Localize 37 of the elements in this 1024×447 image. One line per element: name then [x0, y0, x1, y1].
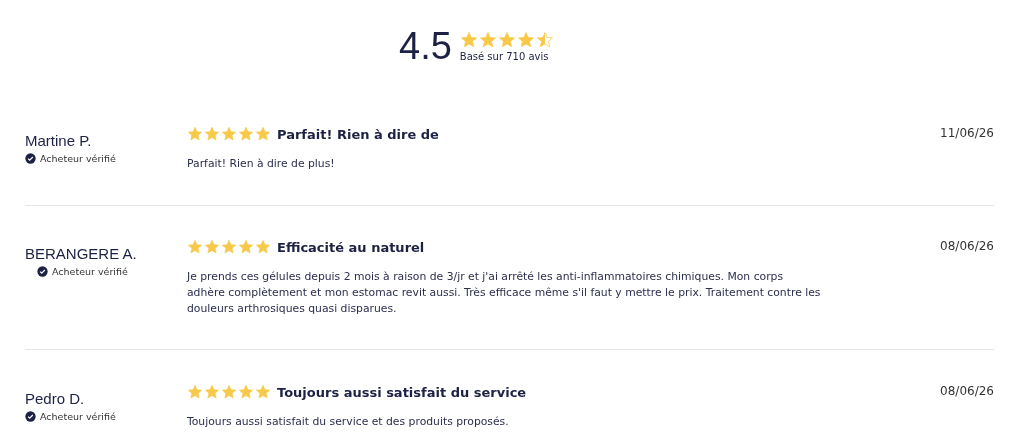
verified-label: Acheteur vérifié	[40, 153, 116, 164]
star-icon	[204, 126, 220, 142]
star-icon	[255, 126, 271, 142]
star-icon	[238, 239, 254, 255]
star-icon	[478, 30, 497, 49]
review-title: Parfait! Rien à dire de	[277, 126, 439, 142]
star-icon	[187, 126, 203, 142]
author-name: BERANGERE A.	[25, 245, 137, 262]
review-date: 08/06/26	[940, 239, 994, 255]
verified-label: Acheteur vérifié	[52, 266, 128, 277]
star-icon	[516, 30, 535, 49]
author-name: Martine P.	[25, 132, 92, 149]
star-icon	[238, 384, 254, 400]
star-icon	[459, 30, 478, 49]
author-name: Pedro D.	[25, 390, 85, 407]
star-icon	[187, 384, 203, 400]
star-icon	[255, 239, 271, 255]
review-title: Toujours aussi satisfait du service	[277, 384, 527, 400]
review-date: 08/06/26	[940, 384, 994, 400]
review-text: Toujours aussi satisfait du service et des produits proposés.	[187, 414, 510, 430]
star-icon	[187, 239, 203, 255]
verified-label: Acheteur vérifié	[40, 411, 116, 422]
review-date: 11/06/26	[940, 126, 994, 142]
star-icon	[238, 126, 254, 142]
review-text: Parfait! Rien à dire de plus!	[187, 156, 336, 172]
star-icon	[204, 239, 220, 255]
star-icon	[221, 384, 237, 400]
review-text: Je prends ces gélules depuis 2 mois à raison de 3/jr et j'ai arrêté les anti-inflammatoires chimiques. Mon corps adhère complètement et mon estomac revit aussi. Très efficace même s'il faut y mettre le prix. Traitement contre les douleurs arthrosiques quasi disparues.	[187, 269, 822, 317]
star-icon	[204, 384, 220, 400]
star-icon	[221, 239, 237, 255]
star-icon	[497, 30, 516, 49]
star-icon	[255, 384, 271, 400]
star-icon	[535, 30, 554, 49]
review-count: Basé sur 710 avis	[459, 50, 550, 62]
review-title: Efficacité au naturel	[277, 239, 425, 255]
average-score: 4.5	[399, 24, 452, 68]
star-icon	[221, 126, 237, 142]
